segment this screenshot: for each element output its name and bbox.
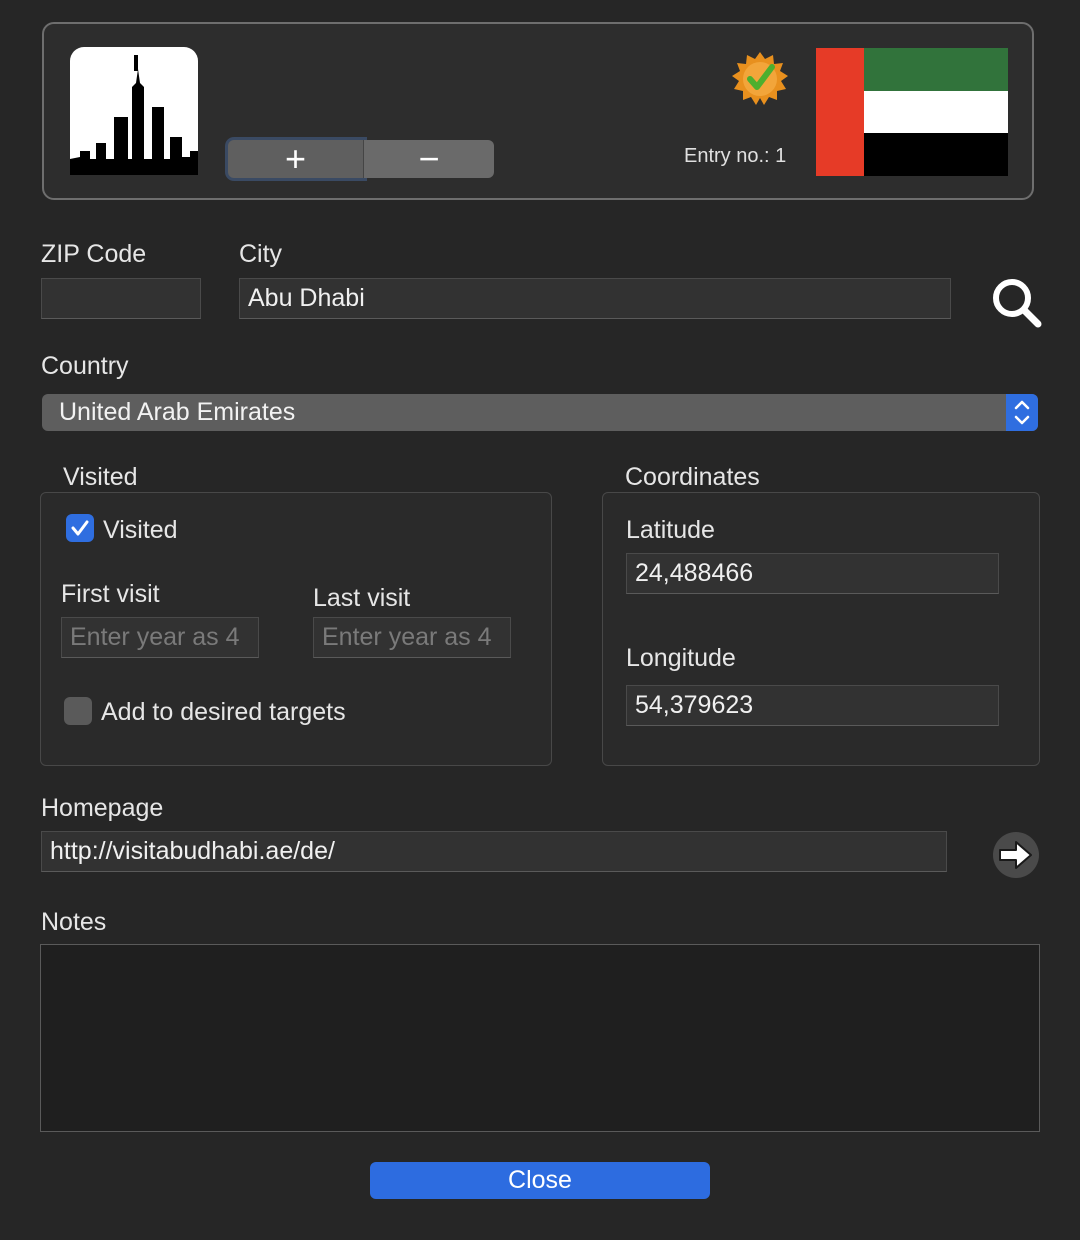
verified-badge-icon bbox=[732, 52, 788, 105]
coordinates-group-title: Coordinates bbox=[625, 463, 760, 491]
notes-textarea[interactable] bbox=[40, 944, 1040, 1132]
first-visit-input[interactable] bbox=[61, 617, 259, 658]
checkmark-icon bbox=[71, 520, 89, 536]
entry-number: Entry no.: 1 bbox=[684, 145, 787, 167]
country-flag bbox=[816, 48, 1008, 176]
desired-targets-label: Add to desired targets bbox=[101, 698, 346, 726]
open-link-arrow-icon[interactable] bbox=[992, 831, 1040, 879]
country-label: Country bbox=[41, 352, 129, 380]
remove-entry-button[interactable]: − bbox=[364, 138, 494, 179]
notes-label: Notes bbox=[41, 908, 107, 936]
search-icon[interactable] bbox=[990, 276, 1042, 328]
city-label: City bbox=[239, 240, 283, 268]
zip-code-label: ZIP Code bbox=[41, 240, 147, 268]
homepage-label: Homepage bbox=[41, 794, 164, 822]
visited-checkbox-label: Visited bbox=[103, 516, 178, 544]
latitude-input[interactable] bbox=[626, 553, 999, 594]
longitude-label: Longitude bbox=[626, 644, 736, 672]
city-skyline-icon bbox=[70, 47, 198, 175]
homepage-input[interactable] bbox=[41, 831, 947, 872]
latitude-label: Latitude bbox=[626, 516, 715, 544]
visited-checkbox[interactable] bbox=[66, 514, 94, 542]
visited-group-title: Visited bbox=[63, 463, 138, 491]
chevron-updown-icon[interactable] bbox=[1006, 394, 1038, 431]
close-button[interactable]: Close bbox=[370, 1162, 710, 1199]
last-visit-input[interactable] bbox=[313, 617, 511, 658]
country-select[interactable]: United Arab Emirates bbox=[42, 394, 1038, 431]
desired-targets-checkbox[interactable] bbox=[64, 697, 92, 725]
add-remove-control: + − bbox=[228, 138, 494, 179]
city-input[interactable] bbox=[239, 278, 951, 319]
first-visit-label: First visit bbox=[61, 580, 160, 608]
longitude-input[interactable] bbox=[626, 685, 999, 726]
zip-code-input[interactable] bbox=[41, 278, 201, 319]
add-entry-button[interactable]: + bbox=[228, 138, 364, 179]
country-selected-value: United Arab Emirates bbox=[59, 398, 296, 426]
last-visit-label: Last visit bbox=[313, 584, 411, 612]
